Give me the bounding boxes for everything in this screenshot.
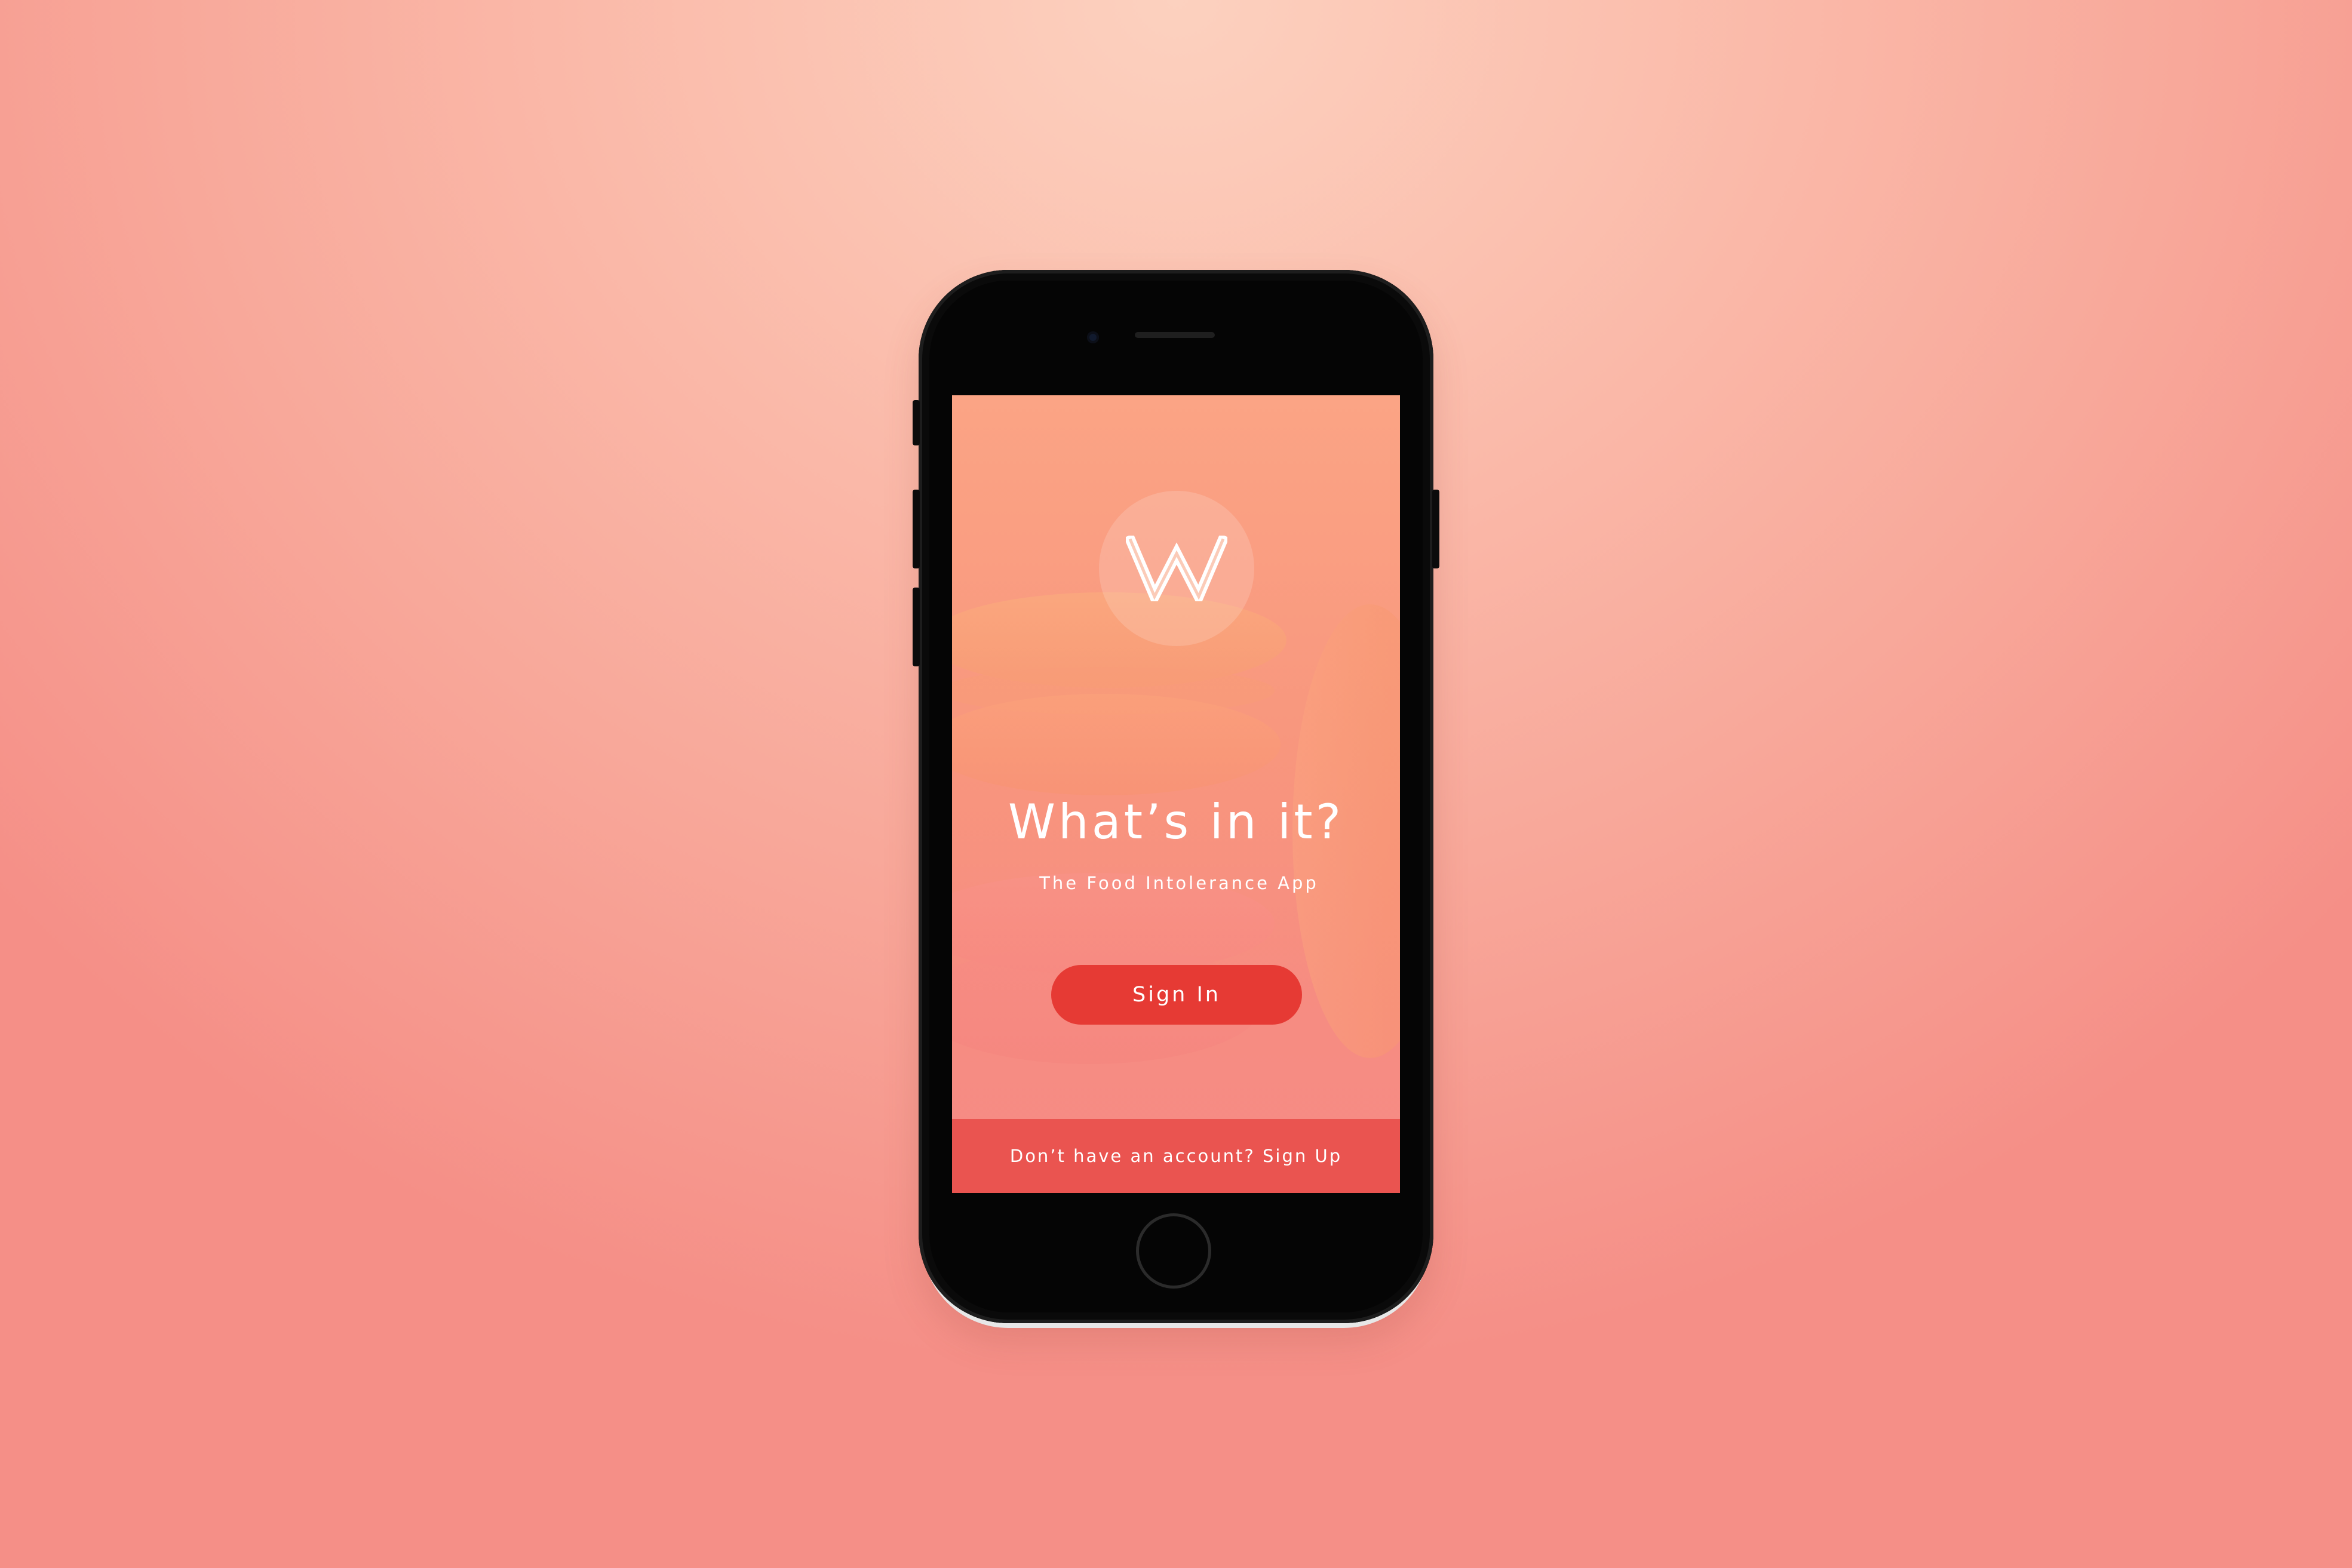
volume-down-button xyxy=(913,588,920,666)
volume-up-button xyxy=(913,490,920,568)
mute-switch xyxy=(913,400,920,445)
app-subtitle: The Food Intolerance App xyxy=(1039,873,1319,893)
earpiece-speaker xyxy=(1135,332,1215,338)
sign-up-bar[interactable]: Don’t have an account? Sign Up xyxy=(952,1119,1400,1193)
home-button[interactable] xyxy=(1136,1213,1211,1289)
power-button xyxy=(1432,490,1439,568)
app-logo xyxy=(1099,491,1254,646)
app-title: What’s in it? xyxy=(1008,794,1344,850)
sign-in-button[interactable]: Sign In xyxy=(1051,965,1302,1025)
phone-device: What’s in it? The Food Intolerance App S… xyxy=(913,270,1439,1323)
sign-up-link[interactable]: Don’t have an account? Sign Up xyxy=(1010,1146,1342,1166)
w-logo-icon xyxy=(1126,536,1227,601)
front-camera xyxy=(1087,331,1099,343)
app-screen: What’s in it? The Food Intolerance App S… xyxy=(952,395,1400,1193)
